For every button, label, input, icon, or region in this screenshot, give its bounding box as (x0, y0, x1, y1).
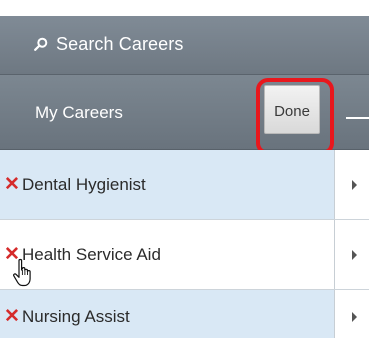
career-row-main[interactable]: ✕ Nursing Assist (0, 290, 335, 338)
career-row-main[interactable]: ✕ Health Service Aid (0, 220, 335, 289)
chevron-right-icon (352, 250, 357, 260)
delete-x-icon[interactable]: ✕ (4, 175, 20, 195)
career-row-detail[interactable] (336, 150, 369, 219)
delete-x-icon[interactable]: ✕ (4, 307, 20, 327)
career-label: Nursing Assist (22, 307, 130, 326)
careers-panel: Search Careers My Careers Done ✕ Dental … (0, 0, 369, 338)
chevron-right-icon (352, 180, 357, 190)
career-row-detail[interactable] (336, 290, 369, 338)
done-button[interactable]: Done (264, 85, 320, 134)
career-row-main[interactable]: ✕ Dental Hygienist (0, 150, 335, 219)
search-icon (34, 37, 48, 51)
career-row-health-service-aid[interactable]: ✕ Health Service Aid (0, 220, 369, 290)
header-divider (346, 117, 369, 119)
chevron-right-icon (352, 312, 357, 322)
search-careers-label: Search Careers (56, 34, 184, 54)
career-row-detail[interactable] (336, 220, 369, 289)
career-label: Dental Hygienist (22, 175, 146, 194)
page-title: My Careers (35, 103, 123, 122)
search-careers-bar[interactable]: Search Careers (0, 16, 369, 75)
career-label: Health Service Aid (22, 245, 161, 264)
career-row-dental-hygienist[interactable]: ✕ Dental Hygienist (0, 150, 369, 220)
hand-cursor-icon (13, 258, 31, 287)
career-row-nursing-assist[interactable]: ✕ Nursing Assist (0, 290, 369, 338)
